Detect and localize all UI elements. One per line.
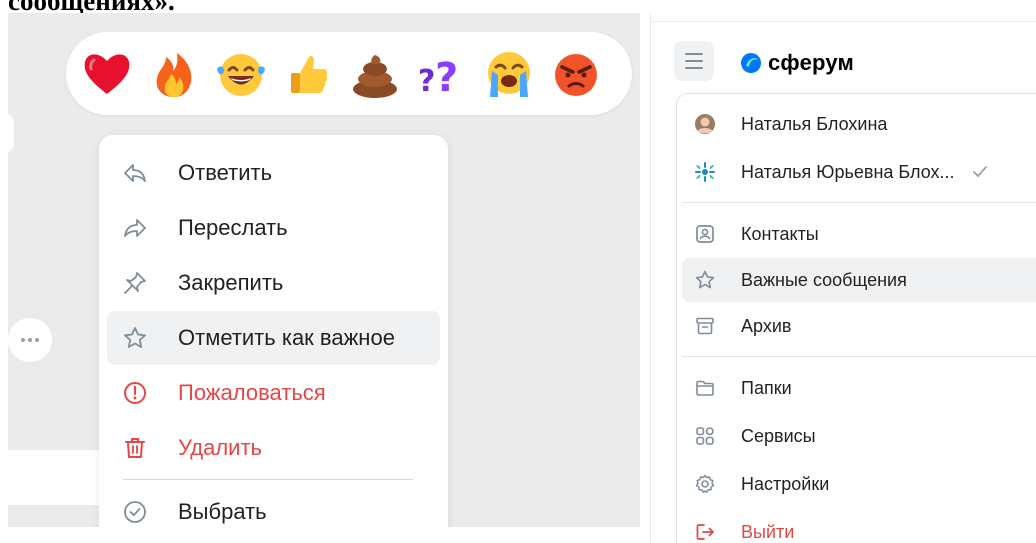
angry-face-emoji-icon[interactable]	[549, 47, 603, 101]
navigation-dropdown: Наталья Блохина Наталья Юрьевна Блох... …	[676, 93, 1036, 543]
message-bubble-fragment	[8, 450, 103, 505]
account-item-organization[interactable]: Наталья Юрьевна Блох...	[682, 150, 1036, 194]
select-label: Выбрать	[178, 499, 267, 524]
app-logo[interactable]: сферум	[740, 50, 854, 76]
reactions-bar: ??	[66, 32, 632, 115]
select-menu-item[interactable]: Выбрать	[107, 485, 440, 527]
account-name: Наталья Блохина	[741, 113, 888, 134]
header-divider	[651, 21, 1036, 22]
hamburger-line	[685, 67, 703, 69]
message-context-panel: ?? Ответить Переслать Закрепить Отметить…	[8, 13, 640, 527]
dot	[35, 338, 39, 342]
nav-label: Архив	[741, 315, 792, 336]
account-name: Наталья Юрьевна Блох...	[741, 161, 955, 182]
crying-face-emoji-icon[interactable]	[482, 47, 536, 101]
poop-emoji-icon[interactable]	[348, 47, 402, 101]
pin-label: Закрепить	[178, 270, 284, 295]
svg-text:?: ?	[418, 64, 435, 99]
svg-text:?: ?	[435, 55, 458, 101]
thumbs-up-emoji-icon[interactable]	[281, 47, 335, 101]
menu-toggle-button[interactable]	[674, 41, 714, 81]
nav-item-folders[interactable]: Папки	[682, 366, 1036, 410]
message-bubble-edge	[8, 113, 14, 153]
account-item-personal[interactable]: Наталья Блохина	[682, 102, 1036, 146]
message-context-menu: Ответить Переслать Закрепить Отметить ка…	[99, 135, 448, 527]
nav-label: Сервисы	[741, 425, 816, 446]
pin-icon	[117, 265, 153, 301]
hamburger-line	[685, 60, 703, 62]
hamburger-line	[685, 53, 703, 55]
report-icon	[117, 375, 153, 411]
nav-label: Папки	[741, 377, 792, 398]
delete-label: Удалить	[178, 435, 262, 460]
services-icon	[692, 423, 718, 449]
check-circle-icon	[117, 494, 153, 527]
nav-item-contacts[interactable]: Контакты	[682, 212, 1036, 256]
dot	[28, 338, 32, 342]
nav-label: Выйти	[741, 521, 795, 542]
checkmark-icon	[972, 166, 987, 177]
nav-label: Важные сообщения	[741, 269, 907, 290]
nav-item-services[interactable]: Сервисы	[682, 414, 1036, 458]
organization-logo	[692, 159, 718, 185]
app-navigation-panel: сферум Наталья Блохина Наталья Юрьевна Б…	[650, 13, 1036, 543]
nav-item-logout[interactable]: Выйти	[682, 510, 1036, 543]
nav-label: Контакты	[741, 223, 819, 244]
forward-label: Переслать	[178, 215, 288, 240]
star-icon	[692, 267, 718, 293]
report-label: Пожаловаться	[178, 380, 326, 405]
menu-divider	[682, 202, 1036, 203]
logout-icon	[692, 519, 718, 543]
user-avatar	[692, 111, 718, 137]
reply-menu-item[interactable]: Ответить	[107, 146, 440, 200]
folder-icon	[692, 375, 718, 401]
nav-label: Настройки	[741, 473, 830, 494]
dot	[21, 338, 25, 342]
reply-label: Ответить	[178, 160, 273, 185]
nav-item-archive[interactable]: Архив	[682, 304, 1036, 348]
heart-emoji-icon[interactable]	[80, 47, 134, 101]
nav-item-important[interactable]: Важные сообщения	[682, 258, 1036, 302]
question-marks-emoji-icon[interactable]: ??	[415, 47, 469, 101]
nav-item-settings[interactable]: Настройки	[682, 462, 1036, 506]
menu-divider	[682, 356, 1036, 357]
pin-menu-item[interactable]: Закрепить	[107, 256, 440, 310]
trash-icon	[117, 430, 153, 466]
settings-icon	[692, 471, 718, 497]
forward-menu-item[interactable]: Переслать	[107, 201, 440, 255]
mark-important-menu-item[interactable]: Отметить как важное	[107, 311, 440, 365]
mark-important-label: Отметить как важное	[178, 325, 395, 350]
reply-icon	[117, 155, 153, 191]
laughing-tears-emoji-icon[interactable]	[214, 47, 268, 101]
contacts-icon	[692, 221, 718, 247]
delete-menu-item[interactable]: Удалить	[107, 421, 440, 475]
forward-icon	[117, 210, 153, 246]
report-menu-item[interactable]: Пожаловаться	[107, 366, 440, 420]
fire-emoji-icon[interactable]	[147, 47, 201, 101]
more-actions-button[interactable]	[8, 318, 52, 362]
app-logo-text: сферум	[768, 50, 854, 75]
archive-icon	[692, 313, 718, 339]
star-icon	[117, 320, 153, 356]
menu-divider	[123, 479, 413, 480]
sferum-logo-icon	[741, 53, 761, 73]
